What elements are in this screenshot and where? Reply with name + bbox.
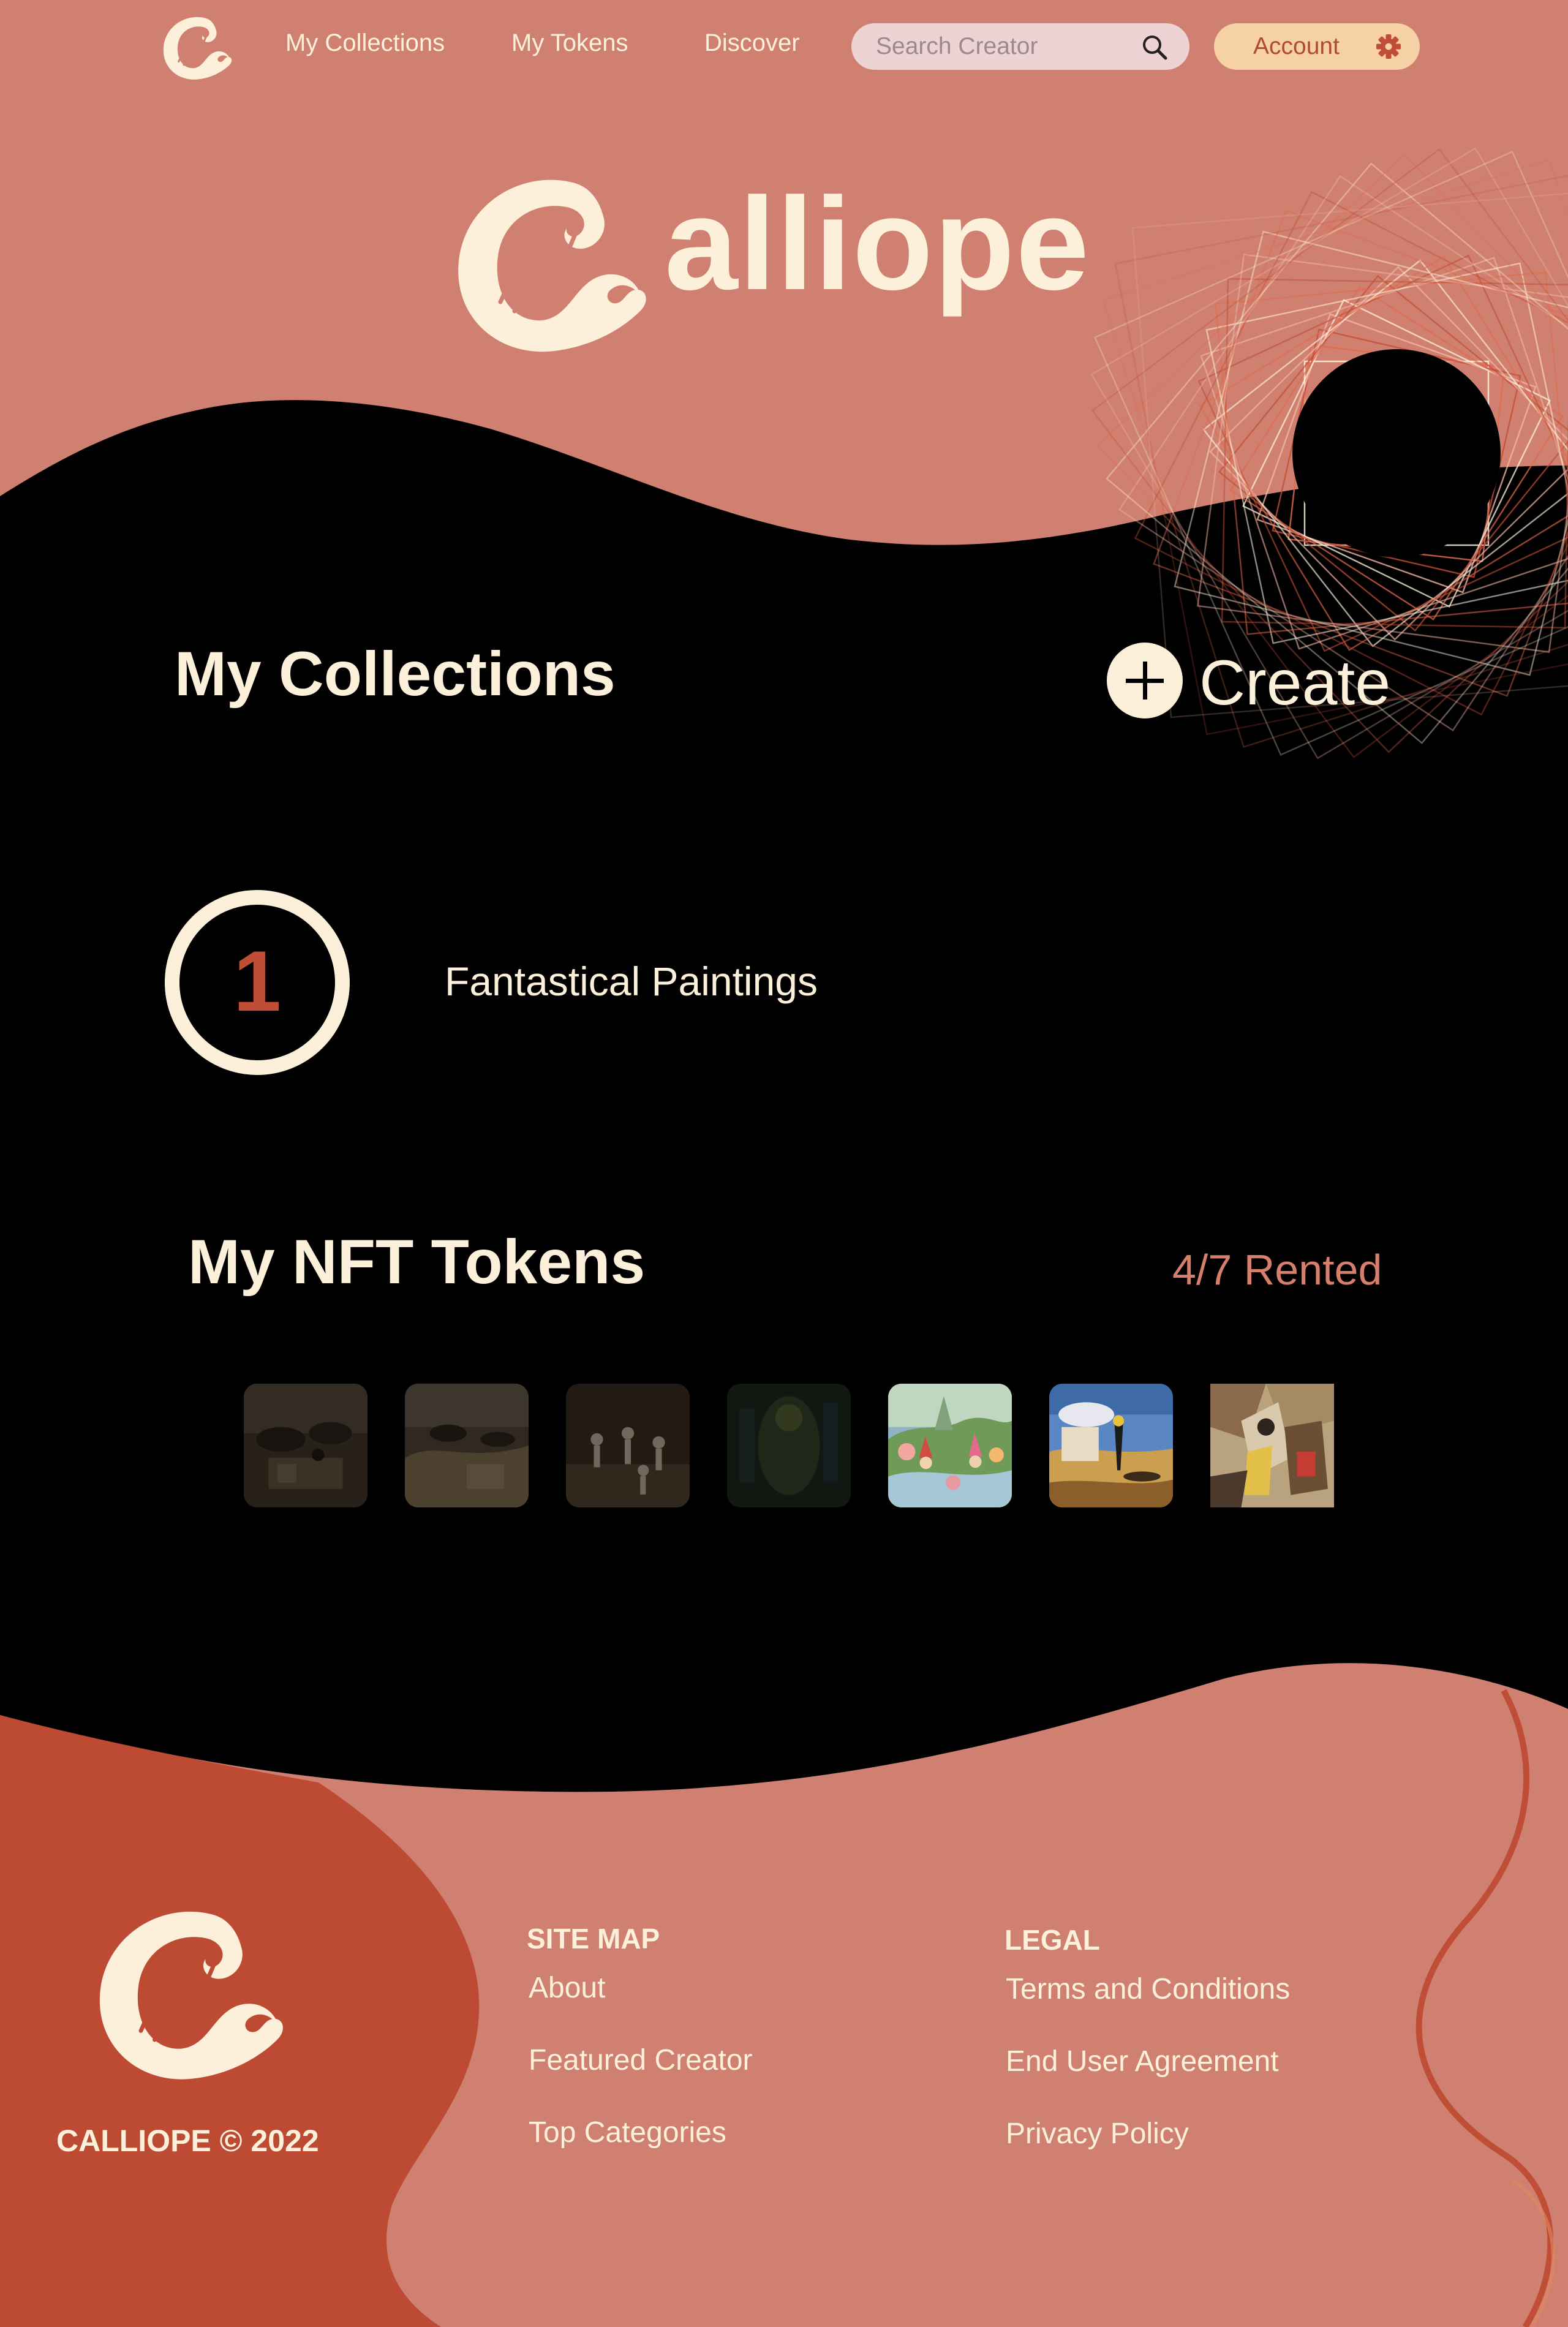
collection-number-badge: 1 <box>165 890 350 1075</box>
token-list <box>244 1384 1346 1507</box>
nav-link-discover[interactable]: Discover <box>704 29 800 57</box>
footer-link-privacy-policy[interactable]: Privacy Policy <box>1006 2117 1189 2151</box>
calliope-harp-logo-icon <box>458 179 646 352</box>
plus-icon <box>1107 643 1183 718</box>
token-thumbnail-5[interactable] <box>888 1384 1012 1507</box>
copyright-text: CALLIOPE © 2022 <box>56 2124 319 2158</box>
nav-link-my-tokens[interactable]: My Tokens <box>511 29 628 57</box>
search-bar <box>851 23 1189 70</box>
token-art-surreal-desert <box>1049 1384 1173 1507</box>
legal-heading: LEGAL <box>1005 1924 1100 1956</box>
nav-logo-icon[interactable] <box>160 11 234 82</box>
account-button[interactable]: Account <box>1214 23 1420 70</box>
footer-link-featured-creator[interactable]: Featured Creator <box>529 2043 753 2077</box>
footer-link-end-user-agreement[interactable]: End User Agreement <box>1006 2045 1279 2078</box>
my-nft-tokens-heading: My NFT Tokens <box>188 1227 646 1297</box>
token-thumbnail-4[interactable] <box>727 1384 851 1507</box>
token-art-dark-green-figure <box>727 1384 851 1507</box>
my-collections-heading: My Collections <box>175 639 616 709</box>
token-thumbnail-7[interactable] <box>1210 1384 1334 1507</box>
hero-logo: alliope <box>450 164 1093 360</box>
token-art-gnome-village <box>888 1384 1012 1507</box>
starburst-decoration <box>1090 147 1568 760</box>
token-art-cubist-still-life <box>1210 1384 1334 1507</box>
footer-link-top-categories[interactable]: Top Categories <box>529 2116 726 2149</box>
create-collection-button[interactable]: Create <box>1106 642 1394 719</box>
token-thumbnail-2[interactable] <box>405 1384 529 1507</box>
account-label: Account <box>1253 33 1340 59</box>
token-art-sepia-desert <box>405 1384 529 1507</box>
hero-wordmark: alliope <box>665 170 1091 317</box>
token-thumbnail-1[interactable] <box>244 1384 368 1507</box>
collection-item[interactable]: 1 Fantastical Paintings <box>164 889 899 1076</box>
footer-link-terms-and-conditions[interactable]: Terms and Conditions <box>1006 1972 1290 2006</box>
token-art-sepia-figures <box>244 1384 368 1507</box>
token-art-sepia-skeletons <box>566 1384 690 1507</box>
token-thumbnail-6[interactable] <box>1049 1384 1173 1507</box>
rented-count: 4/7 Rented <box>1172 1246 1382 1294</box>
nav-link-my-collections[interactable]: My Collections <box>285 29 445 57</box>
search-icon[interactable] <box>1140 33 1169 61</box>
create-label: Create <box>1199 647 1391 718</box>
search-input[interactable] <box>876 29 1133 64</box>
sitemap-heading: SITE MAP <box>527 1923 660 1955</box>
gear-icon <box>1376 34 1401 59</box>
footer-logo-icon <box>99 1911 283 2080</box>
collection-name: Fantastical Paintings <box>445 959 818 1004</box>
footer-link-about[interactable]: About <box>529 1971 605 2005</box>
token-thumbnail-3[interactable] <box>566 1384 690 1507</box>
collection-number: 1 <box>233 933 281 1029</box>
